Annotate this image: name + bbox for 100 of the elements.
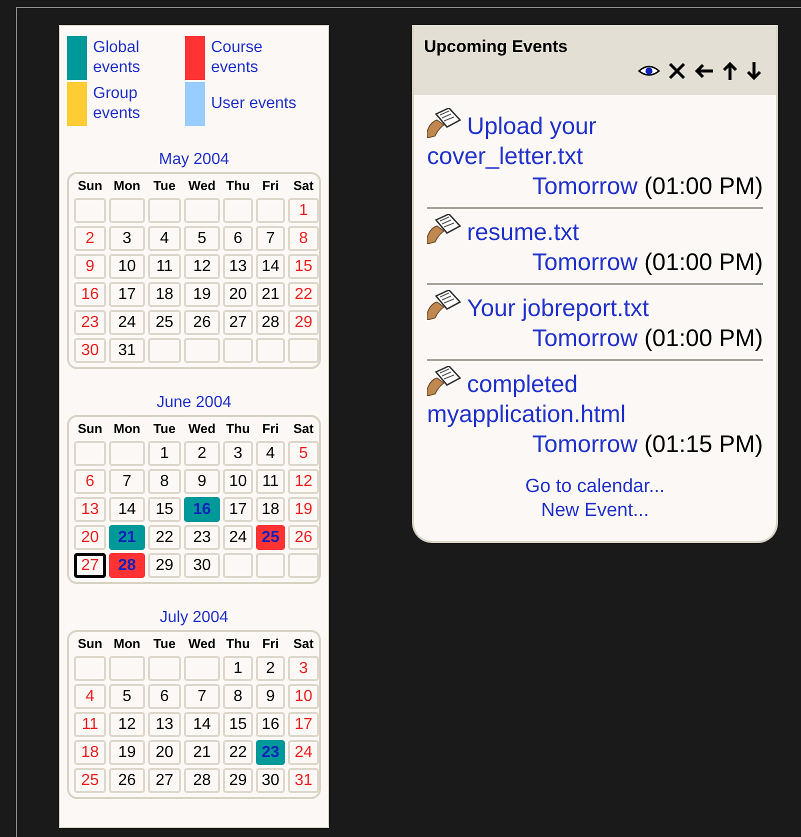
day-cell: 27 — [223, 310, 253, 335]
day-cell: 7 — [184, 684, 220, 709]
day-cell: 21 — [256, 282, 285, 307]
weekday-header: Sun — [76, 177, 104, 195]
day-cell: 24 — [288, 740, 319, 765]
empty-day-cell — [256, 198, 285, 223]
empty-day-cell — [74, 656, 106, 681]
down-arrow-icon[interactable] — [746, 61, 762, 81]
empty-day-cell — [184, 198, 220, 223]
date-link[interactable]: Tomorrow — [532, 173, 638, 200]
day-cell: 6 — [148, 684, 181, 709]
day-cell: 26 — [184, 310, 220, 335]
empty-day-cell — [223, 338, 253, 363]
day-cell: 26 — [288, 525, 319, 550]
event-link[interactable]: Upload your cover_letter.txt — [427, 108, 697, 172]
day-cell: 31 — [288, 768, 319, 793]
weekday-header: Fri — [261, 420, 280, 438]
day-cell: 11 — [74, 712, 106, 737]
day-cell: 10 — [223, 469, 253, 494]
month-title[interactable]: June 2004 — [67, 393, 321, 413]
weekday-header: Fri — [261, 635, 280, 653]
day-cell: 13 — [148, 712, 181, 737]
day-cell: 20 — [223, 282, 253, 307]
day-cell: 8 — [288, 226, 319, 251]
month-title[interactable]: July 2004 — [67, 608, 321, 628]
left-arrow-icon[interactable] — [694, 63, 714, 79]
empty-day-cell — [223, 198, 253, 223]
day-cell: 22 — [148, 525, 181, 550]
legend-label: Course events — [211, 38, 264, 78]
empty-day-cell — [184, 338, 220, 363]
empty-day-cell — [109, 198, 145, 223]
day-cell: 9 — [256, 684, 285, 709]
day-cell: 3 — [109, 226, 145, 251]
event-link[interactable]: completed myapplication.html — [427, 366, 697, 430]
day-cell: 23 — [74, 310, 106, 335]
day-cell: 6 — [74, 469, 106, 494]
day-cell: 4 — [148, 226, 181, 251]
day-cell: 15 — [288, 254, 319, 279]
hand-document-icon — [427, 366, 461, 396]
weekday-header: Wed — [187, 177, 217, 195]
day-cell: 14 — [184, 712, 220, 737]
empty-day-cell — [148, 338, 181, 363]
empty-day-cell — [109, 656, 145, 681]
event-time: (01:00 PM) — [644, 173, 763, 200]
date-link[interactable]: Tomorrow — [532, 325, 638, 352]
day-cell: 4 — [256, 441, 285, 466]
event-link[interactable]: Your jobreport.txt — [427, 290, 697, 324]
day-cell: 22 — [223, 740, 253, 765]
weekday-header: Sat — [292, 420, 315, 438]
event-time: (01:15 PM) — [644, 431, 763, 458]
day-cell: 7 — [109, 469, 145, 494]
up-arrow-icon[interactable] — [722, 61, 738, 81]
day-cell: 30 — [256, 768, 285, 793]
day-cell: 29 — [288, 310, 319, 335]
day-cell: 8 — [223, 684, 253, 709]
empty-day-cell — [256, 553, 285, 578]
day-cell: 30 — [184, 553, 220, 578]
empty-day-cell — [256, 338, 285, 363]
weekday-header: Thu — [225, 635, 251, 653]
weekday-header: Thu — [225, 420, 251, 438]
empty-day-cell — [74, 198, 106, 223]
date-link[interactable]: Tomorrow — [532, 431, 638, 458]
day-cell: 13 — [74, 497, 106, 522]
day-cell: 14 — [256, 254, 285, 279]
event-time: (01:00 PM) — [644, 325, 763, 352]
day-cell: 17 — [223, 497, 253, 522]
weekday-header: Sun — [76, 635, 104, 653]
day-cell: 29 — [148, 553, 181, 578]
month-title[interactable]: May 2004 — [67, 150, 321, 170]
day-cell: 17 — [109, 282, 145, 307]
day-cell: 18 — [74, 740, 106, 765]
day-cell: 10 — [109, 254, 145, 279]
footer-link[interactable]: New Event... — [541, 499, 649, 523]
weekday-header: Tue — [152, 635, 177, 653]
empty-day-cell — [74, 441, 106, 466]
footer-link[interactable]: Go to calendar... — [525, 475, 665, 499]
date-link[interactable]: Tomorrow — [532, 249, 638, 276]
legend-label: Global events — [93, 38, 142, 78]
day-cell: 11 — [256, 469, 285, 494]
weekday-header: Wed — [187, 635, 217, 653]
empty-day-cell — [223, 553, 253, 578]
day-cell: 22 — [288, 282, 319, 307]
event-link[interactable]: resume.txt — [427, 214, 697, 248]
day-cell: 30 — [74, 338, 106, 363]
weekday-header: Mon — [112, 635, 142, 653]
day-cell: 7 — [256, 226, 285, 251]
event-time: (01:00 PM) — [644, 249, 763, 276]
close-icon[interactable] — [668, 62, 686, 80]
weekday-header: Sat — [292, 177, 315, 195]
eye-icon[interactable] — [638, 65, 660, 77]
day-cell: 2 — [74, 226, 106, 251]
day-cell: 5 — [109, 684, 145, 709]
day-cell: 25 — [148, 310, 181, 335]
legend-label: Group events — [93, 84, 142, 124]
weekday-header: Sun — [76, 420, 104, 438]
empty-day-cell — [148, 656, 181, 681]
day-cell: 20 — [74, 525, 106, 550]
weekday-header: Thu — [225, 177, 251, 195]
day-cell: 8 — [148, 469, 181, 494]
hand-document-icon — [427, 108, 461, 138]
